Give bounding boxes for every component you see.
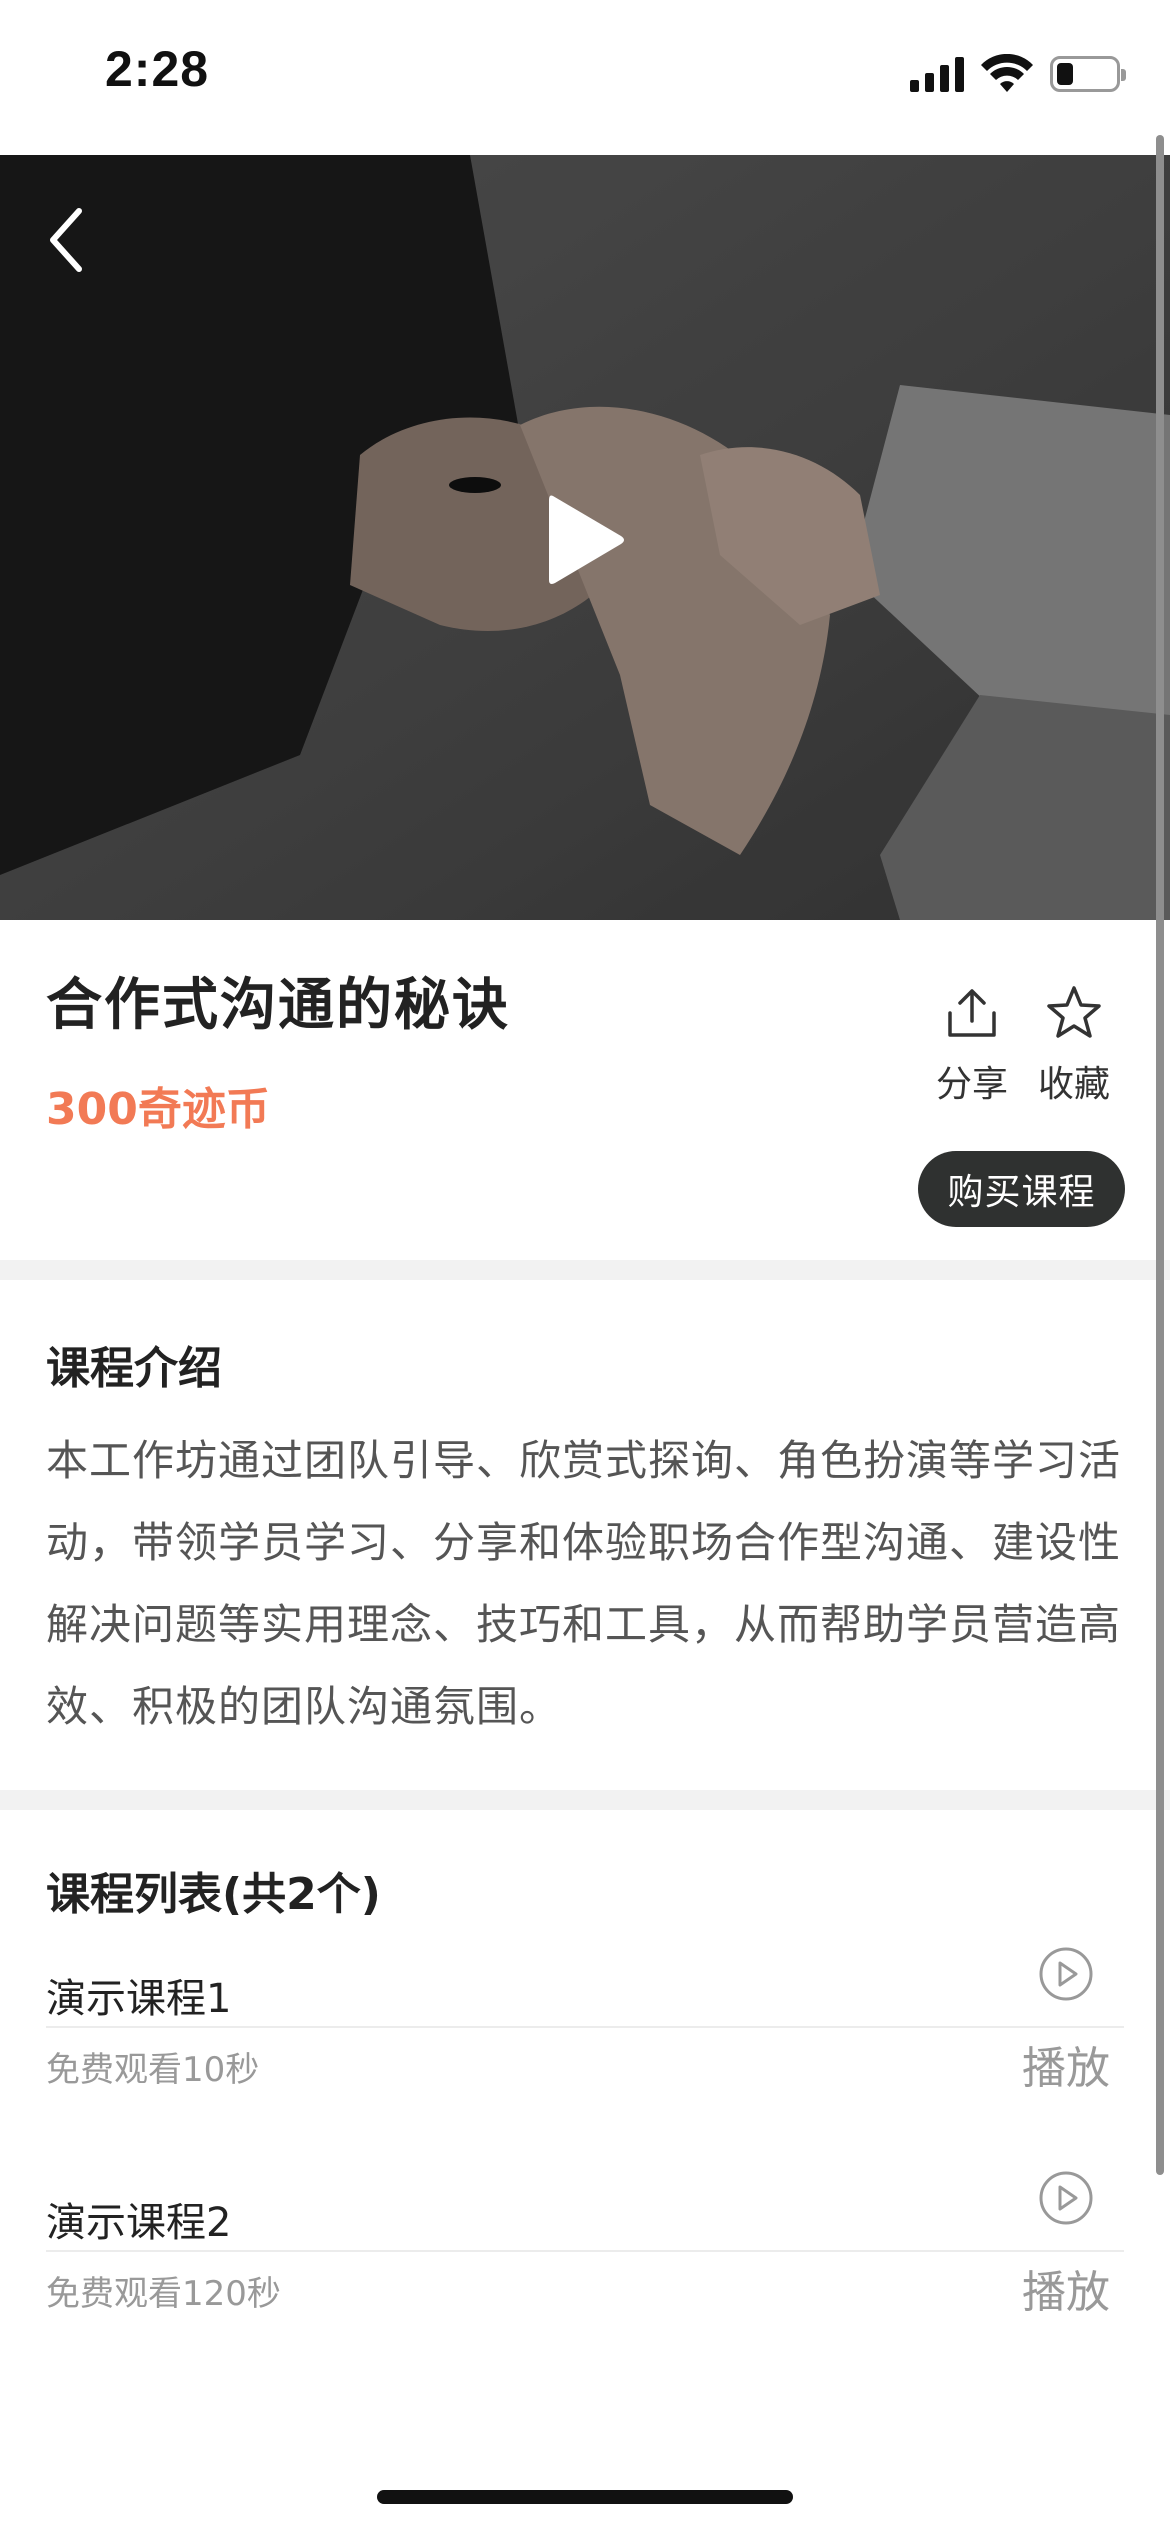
- favorite-label: 收藏: [1037, 1064, 1110, 1105]
- course-price: 300奇迹币: [46, 1084, 270, 1135]
- share-label: 分享: [935, 1064, 1008, 1105]
- back-button[interactable]: [35, 200, 95, 280]
- share-icon: [948, 988, 996, 1037]
- lesson-item[interactable]: 演示课程1 免费观看10秒 播放: [46, 1804, 1124, 2094]
- play-circle-icon[interactable]: [1038, 1946, 1094, 2002]
- lesson-preview-info: 免费观看120秒: [46, 2274, 281, 2314]
- scrollbar[interactable]: [1156, 135, 1164, 2175]
- section-divider: [0, 1260, 1170, 1280]
- chevron-left-icon: [50, 208, 82, 272]
- lesson-list: 课程列表(共2个) 演示课程1 免费观看10秒 播放 演示课程2 免费观看120…: [0, 1810, 1170, 2370]
- home-indicator[interactable]: [377, 2490, 793, 2504]
- intro-heading: 课程介绍: [46, 1343, 222, 1394]
- course-intro: 课程介绍 本工作坊通过团队引导、欣赏式探询、角色扮演等学习活动，带领学员学习、分…: [0, 1280, 1170, 1790]
- status-icons: [910, 52, 1126, 96]
- lesson-name: 演示课程1: [46, 1976, 232, 2022]
- course-info: 合作式沟通的秘诀 300奇迹币 分享 收藏 购买课程: [0, 920, 1170, 1260]
- buy-course-button[interactable]: 购买课程: [918, 1151, 1125, 1227]
- course-title: 合作式沟通的秘诀: [46, 973, 510, 1038]
- play-circle-icon[interactable]: [1038, 2170, 1094, 2226]
- lesson-item[interactable]: 演示课程2 免费观看120秒 播放: [46, 2028, 1124, 2318]
- battery-icon: [1050, 56, 1126, 92]
- star-icon: [1047, 985, 1101, 1038]
- status-bar: 2:28: [0, 0, 1170, 155]
- course-video[interactable]: [0, 155, 1170, 920]
- lesson-name: 演示课程2: [46, 2200, 232, 2246]
- status-time: 2:28: [105, 41, 210, 97]
- wifi-icon: [981, 54, 1033, 92]
- favorite-button[interactable]: 收藏: [1019, 980, 1129, 1107]
- play-button[interactable]: 播放: [1022, 2256, 1110, 2320]
- course-detail-page: 2:28 合作式沟通的秘诀 300奇迹币 分享 收藏 购买课程 课程介绍 本工作…: [0, 0, 1170, 2532]
- intro-text: 本工作坊通过团队引导、欣赏式探询、角色扮演等学习活动，带领学员学习、分享和体验职…: [46, 1436, 1122, 1731]
- share-button[interactable]: 分享: [917, 980, 1027, 1107]
- signal-icon: [910, 56, 964, 92]
- play-video-button[interactable]: [545, 490, 625, 590]
